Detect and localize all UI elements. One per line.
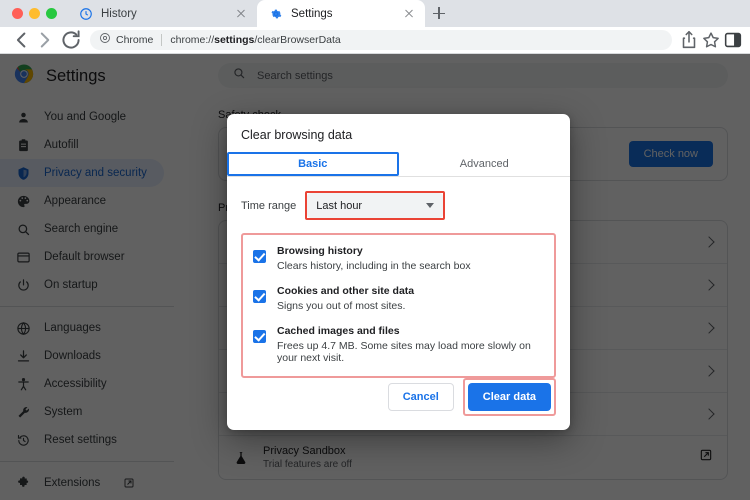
clear-data-highlight: Clear data: [462, 378, 556, 416]
gear-icon: [269, 7, 283, 21]
tab-settings[interactable]: Settings: [257, 0, 425, 27]
tab-basic[interactable]: Basic: [227, 152, 399, 176]
time-range-select[interactable]: Last hour: [307, 193, 444, 218]
dialog-body: Time range Last hour Browsing history Cl…: [227, 177, 570, 378]
tab-strip: History Settings: [0, 0, 750, 27]
data-types-checklist: Browsing history Clears history, includi…: [241, 233, 556, 378]
clear-data-button[interactable]: Clear data: [467, 383, 551, 411]
list-item-title: Cookies and other site data: [277, 285, 415, 297]
chrome-logo-icon: [99, 31, 111, 49]
time-range-value: Last hour: [316, 199, 363, 212]
checkbox-browsing-history[interactable]: [253, 250, 266, 263]
url-suffix: /clearBrowserData: [254, 34, 341, 46]
list-item[interactable]: Cached images and files Frees up 4.7 MB.…: [253, 325, 542, 364]
list-item-subtitle: Frees up 4.7 MB. Some sites may load mor…: [277, 340, 531, 364]
list-item-text: Cookies and other site data Signs you ou…: [277, 285, 414, 312]
checkbox-cached-images-and-files[interactable]: [253, 330, 266, 343]
tab-history[interactable]: History: [67, 0, 257, 27]
url-prefix: chrome://: [170, 34, 215, 46]
time-range-row: Time range Last hour: [241, 191, 556, 220]
window-controls: [0, 8, 67, 27]
list-item-subtitle: Signs you out of most sites.: [277, 300, 406, 312]
browser-toolbar: Chrome chrome://settings/clearBrowserDat…: [0, 27, 750, 54]
list-item[interactable]: Cookies and other site data Signs you ou…: [253, 285, 542, 312]
tab-title: Settings: [291, 7, 333, 20]
checkbox-cookies-and-site-data[interactable]: [253, 290, 266, 303]
clear-browsing-data-dialog: Clear browsing data Basic Advanced Time …: [227, 114, 570, 430]
list-item-text: Browsing history Clears history, includi…: [277, 245, 471, 272]
history-clock-icon: [79, 7, 93, 21]
star-icon[interactable]: [700, 29, 722, 51]
close-icon[interactable]: [233, 6, 249, 22]
new-tab-button[interactable]: [425, 0, 453, 27]
origin-label: Chrome: [116, 34, 154, 46]
arrow-left-icon[interactable]: [6, 27, 32, 53]
time-range-label: Time range: [241, 199, 297, 212]
list-item-subtitle: Clears history, including in the search …: [277, 260, 471, 272]
address-bar[interactable]: Chrome chrome://settings/clearBrowserDat…: [90, 30, 672, 50]
side-panel-icon[interactable]: [722, 29, 744, 51]
close-icon[interactable]: [401, 6, 417, 22]
dialog-tablist: Basic Advanced: [227, 152, 570, 177]
minimize-window-button[interactable]: [29, 8, 40, 19]
maximize-window-button[interactable]: [46, 8, 57, 19]
cancel-button[interactable]: Cancel: [387, 383, 454, 411]
url-text: chrome://settings/clearBrowserData: [170, 34, 340, 46]
share-icon[interactable]: [678, 29, 700, 51]
chevron-down-icon: [426, 203, 435, 208]
list-item-title: Cached images and files: [277, 325, 400, 337]
list-item-text: Cached images and files Frees up 4.7 MB.…: [277, 325, 542, 364]
tab-advanced[interactable]: Advanced: [399, 152, 571, 176]
browser-window: History Settings Chrome chrome://setting…: [0, 0, 750, 500]
time-range-highlight: Last hour: [305, 191, 446, 220]
origin-chip: Chrome: [99, 31, 153, 49]
list-item-title: Browsing history: [277, 245, 363, 257]
tab-title: History: [101, 7, 137, 20]
reload-icon[interactable]: [58, 27, 84, 53]
dialog-title: Clear browsing data: [241, 128, 353, 142]
omnibox-divider: [161, 34, 163, 46]
close-window-button[interactable]: [12, 8, 23, 19]
url-bold: settings: [214, 34, 255, 46]
list-item[interactable]: Browsing history Clears history, includi…: [253, 245, 542, 272]
arrow-right-icon[interactable]: [32, 27, 58, 53]
dialog-footer: Cancel Clear data: [227, 378, 570, 430]
